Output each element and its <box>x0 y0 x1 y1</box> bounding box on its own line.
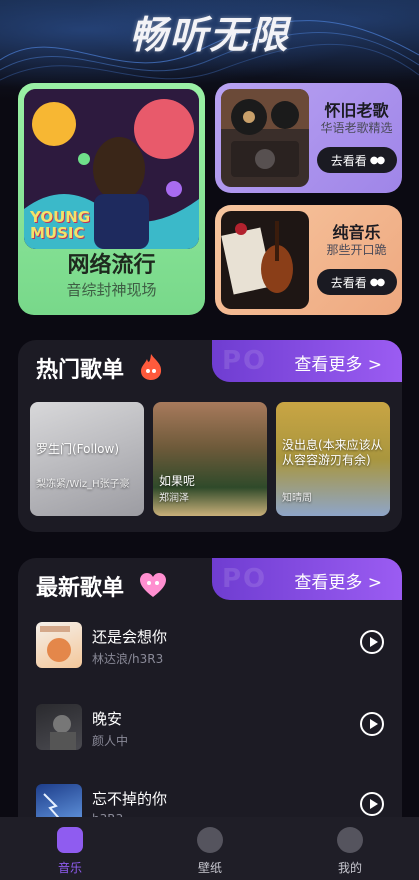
latest-playlists-section: PO 最新歌单 查看更多 > 还是会想你 林达浪/h3R3 晚安 颜人中 忘不掉… <box>18 558 402 848</box>
nav-item-mine[interactable]: 我的 <box>300 823 400 876</box>
pure-music-subtitle: 那些开口跪 <box>326 243 387 257</box>
pure-music-go-label: 去看看 <box>330 275 367 290</box>
latest-section-title: 最新歌单 <box>36 570 168 602</box>
eyes-icon: ●● <box>369 154 386 166</box>
song-row[interactable]: 还是会想你 林达浪/h3R3 <box>36 622 384 678</box>
featured-card-oldies[interactable]: 怀旧老歌 华语老歌精选 去看看 ●● <box>215 83 402 193</box>
hot-title-text: 热门歌单 <box>36 358 125 383</box>
nav-label-music: 音乐 <box>57 861 82 875</box>
pure-music-go-button[interactable]: 去看看 ●● <box>317 269 397 295</box>
featured-title: 网络流行 <box>67 253 156 278</box>
hot-see-more-link[interactable]: 查看更多 > <box>294 350 382 375</box>
app-title: 畅听无限 <box>129 13 290 57</box>
heart-icon <box>138 571 168 599</box>
song-artist: 颜人中 <box>92 734 129 748</box>
oldies-title: 怀旧老歌 <box>324 101 389 120</box>
featured-subtitle: 音综封神现场 <box>66 281 157 299</box>
profile-icon <box>337 827 363 853</box>
featured-card-pure-music[interactable]: 纯音乐 那些开口跪 去看看 ●● <box>215 205 402 315</box>
song-artist: 林达浪/h3R3 <box>92 652 164 666</box>
latest-see-more-link[interactable]: 查看更多 > <box>294 568 382 593</box>
nav-item-music[interactable]: 音乐 <box>20 823 120 876</box>
song-title: 晚安 <box>92 710 123 728</box>
hot-playlist-item[interactable]: 没出息(本来应该从从容容游刃有余) 知晴周 <box>276 402 390 516</box>
hot-item-title: 没出息(本来应该从从容容游刃有余) <box>282 438 383 467</box>
hot-item-artist: 梨冻紧/Wiz_H张子豪 <box>36 479 130 490</box>
play-icon[interactable] <box>360 792 384 816</box>
play-icon[interactable] <box>360 630 384 654</box>
hot-item-title: 如果呢 <box>159 474 196 488</box>
song-title: 还是会想你 <box>92 628 168 646</box>
tab-watermark: PO <box>222 346 268 376</box>
tab-watermark: PO <box>222 564 268 594</box>
oldies-go-button[interactable]: 去看看 ●● <box>317 147 397 173</box>
flame-icon <box>138 353 164 381</box>
song-row[interactable]: 晚安 颜人中 <box>36 704 384 760</box>
hot-item-artist: 知晴周 <box>282 493 312 504</box>
pure-music-cover-image <box>221 211 309 309</box>
hot-item-title: 罗生门(Follow) <box>36 442 120 456</box>
play-icon[interactable] <box>360 712 384 736</box>
eyes-icon: ●● <box>369 276 386 288</box>
hot-playlists-section: PO 热门歌单 查看更多 > 罗生门(Follow) 梨冻紧/Wiz_H张子豪 … <box>18 340 402 532</box>
latest-title-text: 最新歌单 <box>36 576 125 601</box>
nav-label-wallpaper: 壁纸 <box>197 861 222 875</box>
bottom-nav: 音乐 壁纸 我的 <box>0 817 419 880</box>
nav-item-wallpaper[interactable]: 壁纸 <box>160 823 260 876</box>
featured-cover-image: YOUNG MUSIC <box>24 89 199 249</box>
featured-card-network-pop[interactable]: YOUNG MUSIC 网络流行 音综封神现场 <box>18 83 205 315</box>
hot-playlist-item[interactable]: 罗生门(Follow) 梨冻紧/Wiz_H张子豪 <box>30 402 144 516</box>
featured-art-text: YOUNG MUSIC <box>30 208 91 242</box>
song-cover <box>36 622 82 668</box>
hot-item-artist: 郑润泽 <box>159 493 189 504</box>
nav-label-mine: 我的 <box>337 861 362 875</box>
pure-music-title: 纯音乐 <box>332 223 381 242</box>
song-cover <box>36 704 82 750</box>
oldies-subtitle: 华语老歌精选 <box>320 121 393 135</box>
oldies-go-label: 去看看 <box>330 153 367 168</box>
music-icon <box>57 827 83 853</box>
hot-playlist-item[interactable]: 如果呢 郑润泽 <box>153 402 267 516</box>
star-icon <box>197 827 223 853</box>
oldies-cover-image <box>221 89 309 187</box>
song-title: 忘不掉的你 <box>92 790 168 808</box>
hot-section-title: 热门歌单 <box>36 352 164 384</box>
